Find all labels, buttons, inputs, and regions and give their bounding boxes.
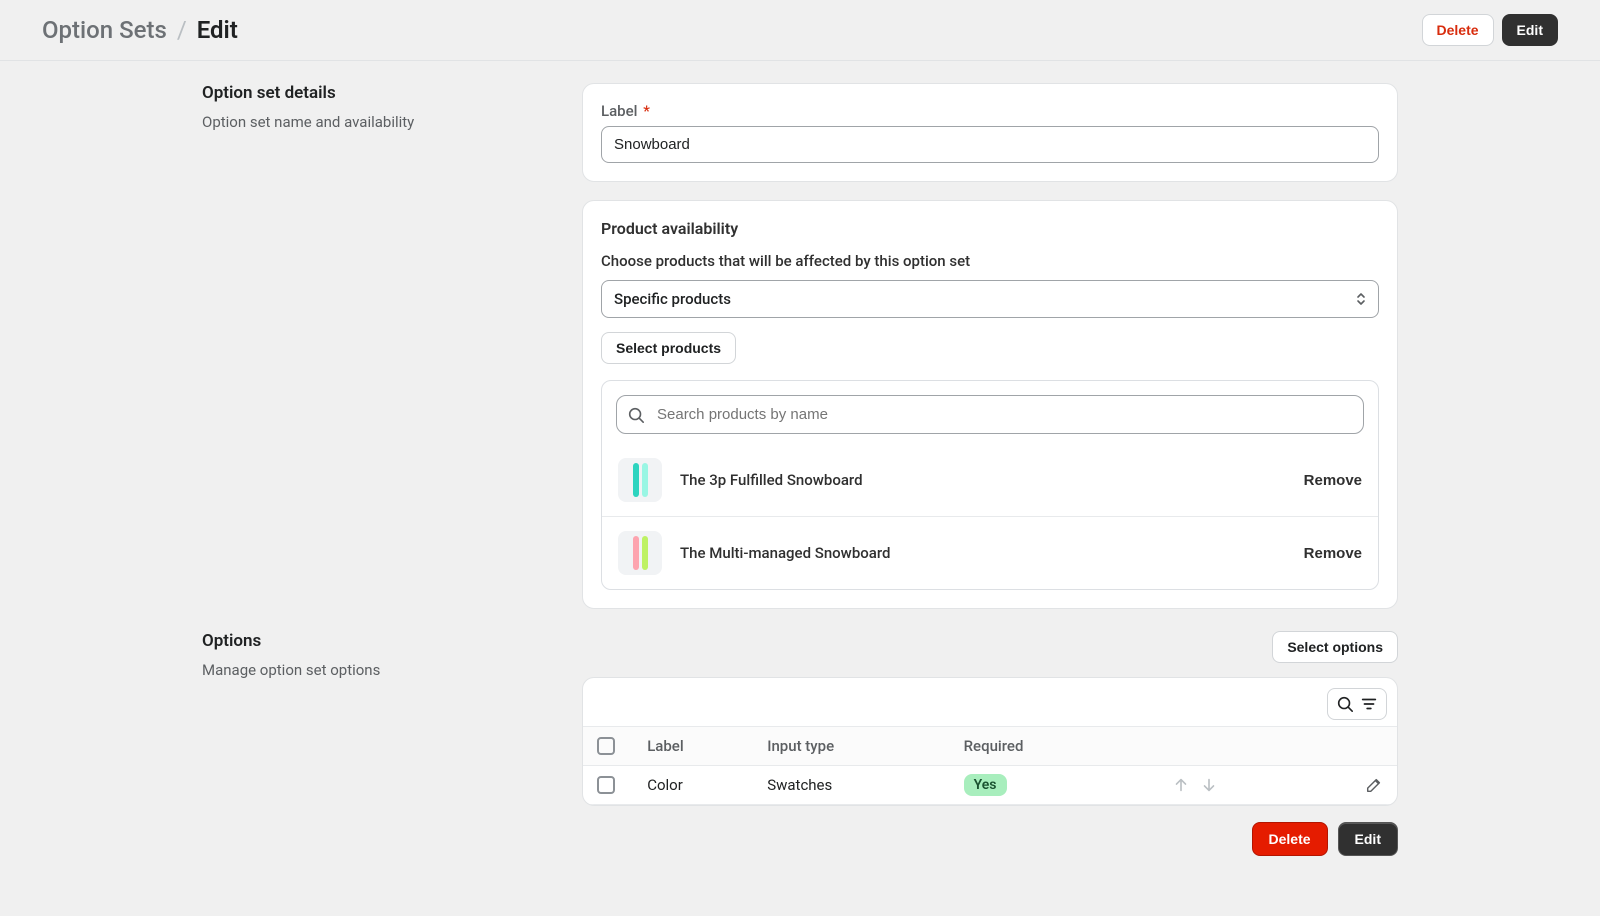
product-row: The Multi-managed Snowboard Remove — [602, 516, 1378, 589]
col-required: Required — [950, 727, 1114, 766]
product-name: The 3p Fulfilled Snowboard — [680, 471, 863, 489]
breadcrumb-separator: / — [177, 16, 187, 44]
section-details-title: Option set details — [202, 83, 562, 103]
breadcrumb-parent[interactable]: Option Sets — [42, 16, 167, 44]
edit-button[interactable]: Edit — [1502, 14, 1558, 46]
options-toolbar — [583, 678, 1397, 726]
availability-description: Choose products that will be affected by… — [601, 252, 1379, 270]
breadcrumb: Option Sets / Edit — [42, 16, 238, 44]
delete-button[interactable]: Delete — [1422, 14, 1494, 46]
label-field-label: Label * — [601, 102, 1379, 120]
label-card: Label * — [582, 83, 1398, 182]
row-input-type: Swatches — [753, 766, 949, 805]
breadcrumb-current: Edit — [197, 16, 238, 44]
scope-select[interactable]: Specific products — [601, 280, 1379, 318]
section-details-subtitle: Option set name and availability — [202, 113, 562, 131]
search-icon — [1336, 695, 1354, 713]
options-header-row: Select options — [582, 631, 1398, 663]
arrow-up-icon[interactable] — [1172, 776, 1190, 794]
search-input-wrap — [616, 395, 1364, 434]
product-name: The Multi-managed Snowboard — [680, 544, 890, 562]
product-thumbnail — [618, 458, 662, 502]
row-checkbox[interactable] — [597, 776, 615, 794]
section-details-info: Option set details Option set name and a… — [202, 83, 562, 131]
availability-card: Product availability Choose products tha… — [582, 200, 1398, 609]
col-label: Label — [633, 727, 753, 766]
remove-product-button[interactable]: Remove — [1304, 545, 1362, 562]
required-badge: Yes — [964, 774, 1007, 796]
row-label: Color — [633, 766, 753, 805]
options-footer-actions: Delete Edit — [582, 822, 1398, 856]
section-options-info: Options Manage option set options — [202, 631, 562, 679]
product-row: The 3p Fulfilled Snowboard Remove — [602, 444, 1378, 516]
arrow-down-icon[interactable] — [1200, 776, 1218, 794]
filter-icon — [1360, 695, 1378, 713]
label-field-label-text: Label — [601, 102, 637, 120]
options-delete-button[interactable]: Delete — [1252, 822, 1328, 856]
scope-select-wrap: Specific products — [601, 280, 1379, 318]
options-table-card: Label Input type Required Color Swatches… — [582, 677, 1398, 806]
products-box: The 3p Fulfilled Snowboard Remove The Mu… — [601, 380, 1379, 590]
section-details: Option set details Option set name and a… — [202, 83, 1398, 609]
header-actions: Delete Edit — [1422, 14, 1558, 46]
table-row: Color Swatches Yes — [583, 766, 1397, 805]
options-table: Label Input type Required Color Swatches… — [583, 726, 1397, 805]
page-header: Option Sets / Edit Delete Edit — [0, 0, 1600, 61]
pencil-icon[interactable] — [1365, 776, 1383, 794]
section-options: Options Manage option set options Select… — [202, 631, 1398, 856]
label-input[interactable] — [601, 126, 1379, 163]
select-all-checkbox[interactable] — [597, 737, 615, 755]
required-asterisk: * — [643, 102, 650, 120]
select-products-button[interactable]: Select products — [601, 332, 736, 364]
col-input-type: Input type — [753, 727, 949, 766]
product-thumbnail — [618, 531, 662, 575]
select-options-button[interactable]: Select options — [1272, 631, 1398, 663]
availability-title: Product availability — [601, 219, 1379, 238]
search-row — [602, 381, 1378, 444]
remove-product-button[interactable]: Remove — [1304, 472, 1362, 489]
search-input[interactable] — [653, 396, 1353, 433]
search-icon — [627, 406, 645, 424]
options-edit-button[interactable]: Edit — [1338, 822, 1398, 856]
search-filter-button[interactable] — [1327, 688, 1387, 720]
section-options-subtitle: Manage option set options — [202, 661, 562, 679]
section-options-title: Options — [202, 631, 562, 651]
